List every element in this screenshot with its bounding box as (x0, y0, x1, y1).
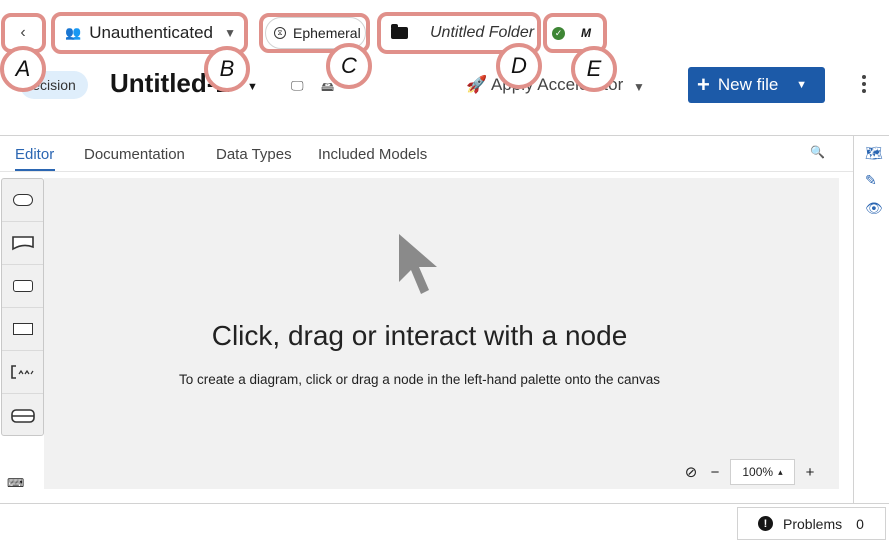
map-icon[interactable]: 🗺 (865, 145, 883, 162)
problems-button[interactable]: ! Problems 0 (737, 507, 886, 540)
problems-count: 0 (856, 515, 864, 532)
back-button[interactable]: ‹ (5, 17, 41, 49)
tab-documentation[interactable]: Documentation (84, 146, 185, 163)
annotation-node-icon (10, 365, 33, 379)
folder-label: Untitled Folder (430, 24, 535, 41)
users-icon: 👥 (65, 25, 82, 40)
git-status-label: M (581, 26, 591, 40)
tab-editor[interactable]: Editor (15, 146, 54, 163)
callout-marker-c: C (326, 43, 372, 89)
palette-context-node[interactable] (2, 265, 43, 308)
accelerator-caret-down-icon[interactable]: ▼ (633, 80, 645, 94)
node-palette (1, 178, 44, 436)
eye-icon[interactable]: 👁 (865, 200, 883, 217)
palette-annotation-node[interactable] (2, 351, 43, 394)
callout-marker-e: E (571, 46, 617, 92)
plus-icon: + (697, 72, 710, 97)
zoom-controls: ⊘ − 100% ▴ + (679, 459, 822, 485)
app-window: ‹ 👥 Unauthenticated ▼ ⧖ Ephemeral Untitl… (0, 0, 889, 542)
start-node-icon (12, 194, 33, 206)
desktop-icon[interactable]: 🖵 (291, 78, 304, 94)
problems-label: Problems (783, 515, 843, 532)
search-icon[interactable]: 🔍 (810, 145, 825, 159)
caret-down-icon: ▼ (224, 26, 236, 40)
new-file-label: New file (717, 75, 779, 94)
ephemeral-label: Ephemeral (293, 25, 361, 41)
editor-tabs: Editor Documentation Data Types Included… (0, 136, 853, 172)
tab-included-models[interactable]: Included Models (318, 146, 427, 163)
palette-input-data-node[interactable] (2, 308, 43, 351)
check-circle-icon: ✓ (552, 26, 565, 40)
zoom-level-value: 100% (742, 465, 774, 479)
empty-state-subtitle: To create a diagram, click or drag a nod… (178, 372, 661, 387)
chevron-up-icon: ▴ (778, 466, 783, 477)
keyboard-shortcuts-icon[interactable]: ⌨ (7, 476, 24, 490)
context-node-icon (12, 280, 33, 292)
ephemeral-icon: ⧖ (274, 27, 286, 39)
input-data-node-icon (12, 323, 33, 335)
reset-zoom-icon[interactable]: ⊘ (679, 459, 703, 485)
service-node-icon (10, 408, 35, 423)
callout-marker-d: D (496, 43, 542, 89)
account-label: Unauthenticated (89, 23, 214, 42)
decision-node-icon (11, 236, 34, 251)
palette-start-node[interactable] (2, 179, 43, 222)
footer-divider (0, 503, 889, 504)
git-status-indicator[interactable]: ✓ M (547, 17, 603, 49)
callout-marker-b: B (204, 46, 250, 92)
exclamation-circle-icon: ! (758, 516, 773, 531)
empty-state-title: Click, drag or interact with a node (211, 320, 628, 351)
folder-icon (391, 24, 408, 39)
new-file-caret-down-icon[interactable]: ▼ (796, 79, 807, 91)
new-file-button[interactable]: + New file ▼ (688, 67, 825, 103)
palette-service-node[interactable] (2, 394, 43, 437)
title-caret-down-icon[interactable]: ▼ (247, 81, 258, 93)
callout-marker-a: A (0, 46, 46, 92)
zoom-level-select[interactable]: 100% ▴ (730, 459, 795, 485)
zoom-in-button[interactable]: + (798, 459, 822, 485)
tab-data-types[interactable]: Data Types (216, 146, 292, 163)
edit-icon[interactable]: ✎ (865, 172, 877, 189)
zoom-out-button[interactable]: − (703, 459, 727, 485)
side-panel-divider (853, 136, 854, 503)
active-tab-indicator (15, 169, 55, 171)
kebab-menu-icon[interactable] (861, 75, 867, 93)
cursor-arrow-icon (399, 234, 437, 294)
rocket-icon: 🚀 (466, 75, 488, 94)
account-dropdown[interactable]: 👥 Unauthenticated ▼ (55, 15, 244, 51)
palette-decision-node[interactable] (2, 222, 43, 265)
chevron-left-icon: ‹ (20, 24, 26, 41)
